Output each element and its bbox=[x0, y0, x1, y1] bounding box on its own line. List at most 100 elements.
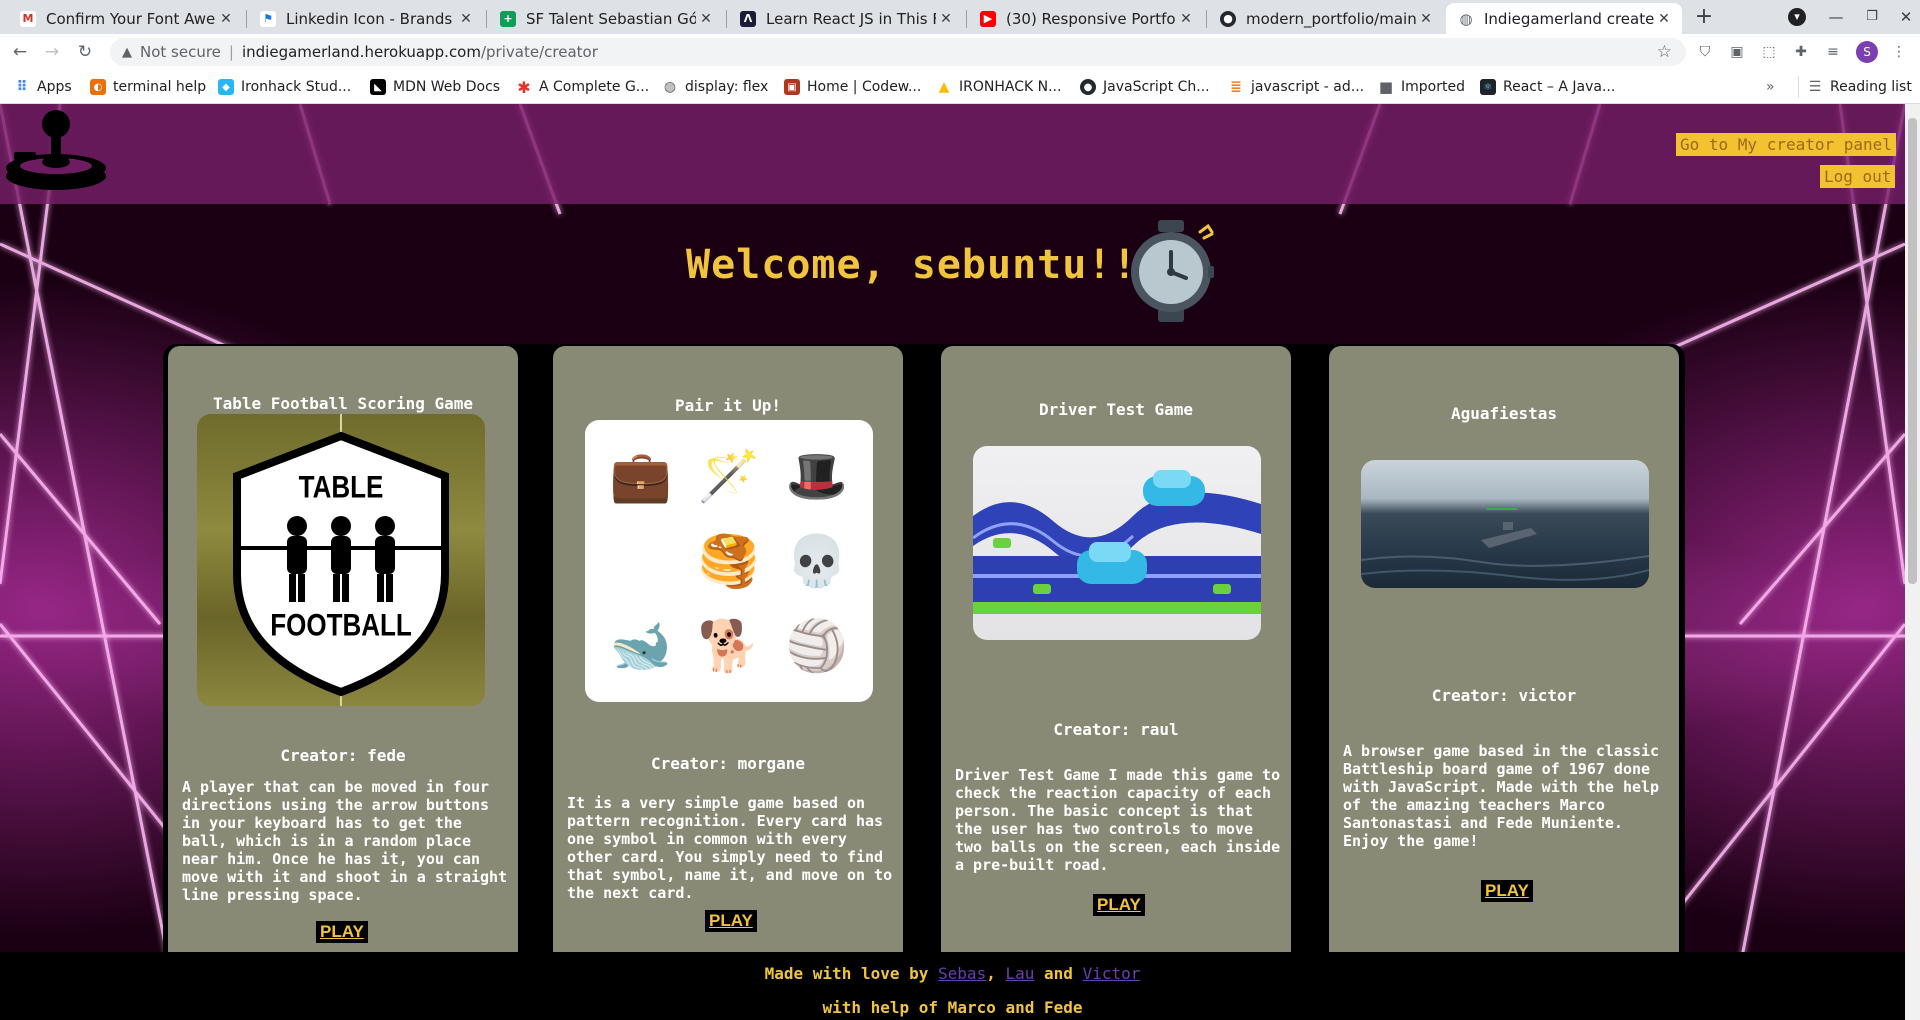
play-button[interactable]: PLAY bbox=[1093, 894, 1145, 916]
browser-tabstrip: M Confirm Your Font Awesome ✕ ⚑ Linkedin… bbox=[0, 0, 1920, 34]
close-icon[interactable]: ✕ bbox=[1416, 11, 1436, 27]
bookmark-star-icon[interactable]: ☆ bbox=[1657, 42, 1672, 62]
scrollbar-thumb[interactable] bbox=[1908, 118, 1917, 584]
author-link-victor[interactable]: Victor bbox=[1083, 964, 1141, 983]
tab-linkedin-icon[interactable]: ⚑ Linkedin Icon - Brands | Font ✕ bbox=[248, 3, 484, 34]
shield-extension-icon[interactable]: ⛉ bbox=[1696, 43, 1714, 61]
tab-sf-talent[interactable]: + SF Talent Sebastian Gómez ✕ bbox=[488, 3, 724, 34]
tab-title: (30) Responsive Portfolio bbox=[1006, 9, 1176, 28]
close-icon[interactable]: ✕ bbox=[456, 11, 476, 27]
profile-avatar[interactable]: S bbox=[1856, 41, 1878, 63]
menu-icon[interactable]: ⋮ bbox=[1890, 43, 1908, 61]
bookmark-ironhack-n[interactable]: ▲ IRONHACK N... bbox=[936, 76, 1062, 98]
reading-list-icon: ☰ bbox=[1808, 79, 1822, 95]
browser-toolbar: ← → ↻ ▲ Not secure | indiegamerland.hero… bbox=[0, 34, 1920, 70]
reload-icon[interactable]: ↻ bbox=[73, 40, 97, 64]
tab-title: SF Talent Sebastian Gómez bbox=[526, 9, 696, 28]
joystick-logo-icon[interactable] bbox=[4, 106, 110, 202]
game-description: Driver Test Game I made this game to che… bbox=[955, 766, 1281, 874]
race-track-illustration bbox=[973, 470, 1261, 614]
bookmark-label: A Complete G... bbox=[539, 79, 650, 95]
play-button[interactable]: PLAY bbox=[1481, 880, 1533, 902]
bookmark-terminal-help[interactable]: ◐ terminal help bbox=[90, 76, 206, 98]
site-header: Go to My creator panel Log out bbox=[0, 104, 1905, 204]
game-image[interactable] bbox=[1361, 460, 1649, 588]
tab-learn-react[interactable]: Λ Learn React JS in This Free ✕ bbox=[728, 3, 964, 34]
bookmarks-overflow-icon[interactable]: » bbox=[1766, 76, 1775, 98]
flag-icon: ⚑ bbox=[260, 10, 276, 27]
close-icon[interactable]: ✕ bbox=[216, 11, 236, 27]
bookmark-imported[interactable]: ■ Imported bbox=[1378, 76, 1465, 98]
separator: | bbox=[228, 43, 234, 61]
reading-list[interactable]: ☰ Reading list bbox=[1798, 76, 1912, 98]
bookmark-codewars[interactable]: ▣ Home | Codew... bbox=[784, 76, 921, 98]
tab-indiegamerland[interactable]: ◍ Indiegamerland created w ✕ bbox=[1446, 3, 1682, 34]
bookmark-complete-guide[interactable]: ✱ A Complete G... bbox=[516, 76, 649, 98]
tab-github[interactable]: ● modern_portfolio/main.s ✕ bbox=[1208, 3, 1444, 34]
image-text-top: TABLE bbox=[298, 468, 384, 505]
minimize-icon[interactable]: — bbox=[1816, 0, 1856, 34]
game-image[interactable] bbox=[973, 446, 1261, 640]
game-title: Aguafiestas bbox=[1451, 404, 1557, 423]
screenshot-extension-icon[interactable]: ⬚ bbox=[1760, 43, 1778, 61]
window-close-icon[interactable]: ✕ bbox=[1886, 0, 1920, 34]
game-card: Table Football Scoring Game TABLE FOOTBA… bbox=[168, 346, 518, 986]
puzzle-icon[interactable]: ✚ bbox=[1792, 43, 1810, 61]
dog-icon: 🐕 bbox=[697, 616, 761, 675]
tab-title: Learn React JS in This Free bbox=[766, 9, 936, 28]
close-icon[interactable]: ✕ bbox=[936, 11, 956, 27]
site-footer: Made with love by Sebas, Lau and Victor … bbox=[0, 952, 1905, 1020]
not-secure-label[interactable]: Not secure bbox=[140, 43, 221, 61]
extension-icon[interactable]: ▣ bbox=[1728, 43, 1746, 61]
forward-icon[interactable]: → bbox=[40, 40, 64, 64]
game-image[interactable]: 💼 🪄 🎩 🏵 🥞 💀 🐋 🐕 🏐 bbox=[585, 420, 873, 702]
game-creator: Creator: morgane bbox=[650, 754, 806, 773]
drive-icon: ▲ bbox=[938, 79, 950, 95]
bookmark-ironhack[interactable]: ◆ Ironhack Stud... bbox=[218, 76, 351, 98]
warning-icon[interactable]: ▲ bbox=[122, 45, 132, 60]
close-icon[interactable]: ✕ bbox=[696, 11, 716, 27]
bookmark-javascript-ch[interactable]: ● JavaScript Ch... bbox=[1080, 76, 1210, 98]
tab-search-icon[interactable]: ▾ bbox=[1788, 8, 1806, 26]
new-tab-button[interactable]: + bbox=[1690, 4, 1718, 32]
author-link-lau[interactable]: Lau bbox=[1005, 964, 1034, 983]
tab-title: Linkedin Icon - Brands | Font bbox=[286, 9, 456, 28]
apps-grid-icon: ⠿ bbox=[16, 79, 28, 95]
close-icon[interactable]: ✕ bbox=[1654, 11, 1674, 27]
play-button[interactable]: PLAY bbox=[705, 910, 757, 932]
skull-icon: 💀 bbox=[785, 531, 849, 590]
game-creator: Creator: fede bbox=[280, 746, 406, 765]
react-icon: ⚛ bbox=[1480, 79, 1496, 95]
bookmark-react[interactable]: ⚛ React – A Java... bbox=[1480, 76, 1615, 98]
bookmark-mdn[interactable]: ◣ MDN Web Docs bbox=[370, 76, 500, 98]
game-description: A browser game based in the classic Batt… bbox=[1343, 742, 1660, 850]
game-card: Driver Test Game Creator: raul Driver Te… bbox=[941, 346, 1291, 986]
play-button[interactable]: PLAY bbox=[316, 921, 368, 943]
and-label: and bbox=[1044, 964, 1073, 983]
creator-panel-button[interactable]: Go to My creator panel bbox=[1676, 133, 1896, 156]
image-text-bottom: FOOTBALL bbox=[270, 606, 412, 643]
close-icon[interactable]: ✕ bbox=[1176, 11, 1196, 27]
game-title: Table Football Scoring Game bbox=[212, 394, 474, 413]
bookmark-label: Apps bbox=[37, 79, 72, 95]
game-image[interactable]: TABLE FOOTBALL bbox=[197, 414, 485, 706]
bookmark-label: Imported bbox=[1401, 79, 1465, 95]
logout-button[interactable]: Log out bbox=[1820, 165, 1896, 188]
author-link-sebas[interactable]: Sebas bbox=[938, 964, 986, 983]
back-icon[interactable]: ← bbox=[8, 40, 32, 64]
tab-youtube[interactable]: ▶ (30) Responsive Portfolio ✕ bbox=[968, 3, 1204, 34]
tab-gmail[interactable]: M Confirm Your Font Awesome ✕ bbox=[8, 3, 244, 34]
game-card: Pair it Up! 💼 🪄 🎩 🏵 🥞 💀 🐋 🐕 🏐 Creator: m… bbox=[553, 346, 903, 986]
youtube-icon: ▶ bbox=[980, 10, 996, 27]
address-bar[interactable]: ▲ Not secure | indiegamerland.herokuapp.… bbox=[110, 38, 1686, 66]
bookmark-stackoverflow[interactable]: ≣ javascript - ad... bbox=[1228, 76, 1364, 98]
url-host: indiegamerland.herokuapp.com bbox=[241, 43, 481, 61]
page-scrollbar[interactable] bbox=[1905, 104, 1920, 1020]
bookmark-apps[interactable]: ⠿ Apps bbox=[14, 76, 72, 98]
credits-line: Made with love by Sebas, Lau and Victor bbox=[0, 964, 1905, 983]
page-content: Go to My creator panel Log out Welcome, … bbox=[0, 104, 1905, 1020]
reading-list-label: Reading list bbox=[1830, 79, 1912, 95]
media-icon[interactable]: ≡ bbox=[1824, 43, 1842, 61]
bookmark-display-flex[interactable]: ◍ display: flex bbox=[662, 76, 768, 98]
asterisk-icon: ✱ bbox=[517, 77, 531, 97]
